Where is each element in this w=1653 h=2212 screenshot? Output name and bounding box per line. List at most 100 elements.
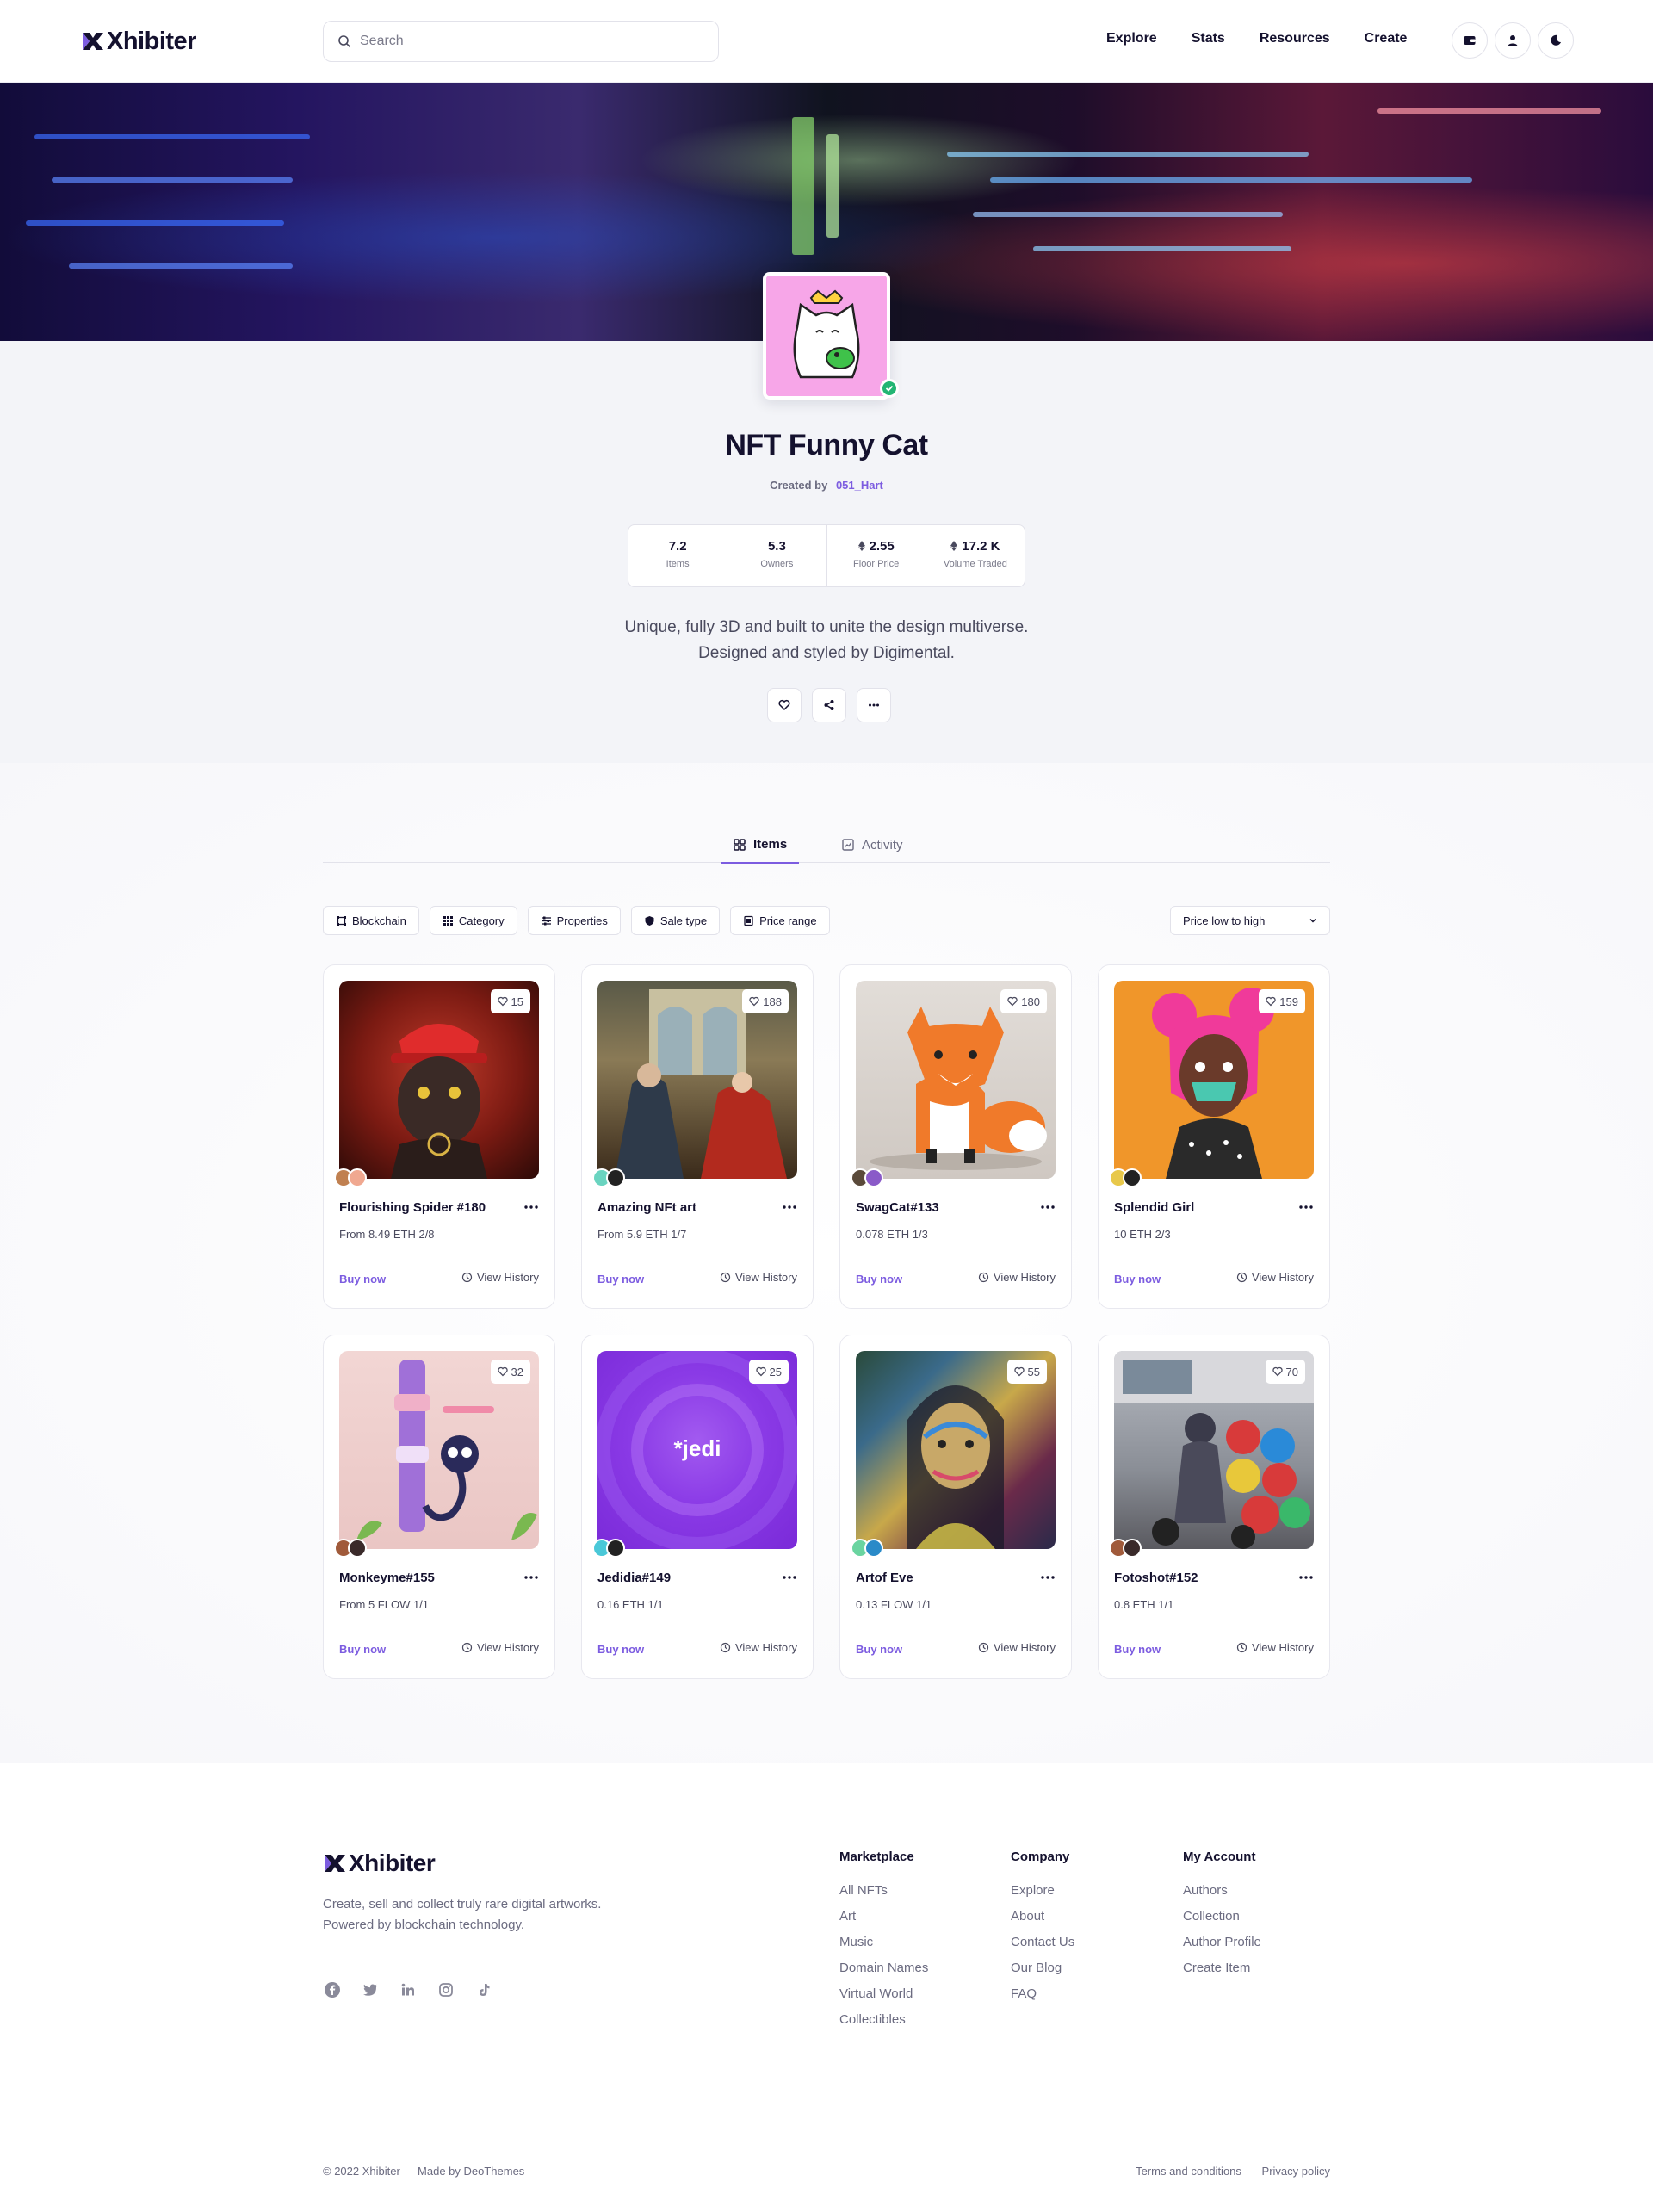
more-icon[interactable] xyxy=(1298,1203,1314,1211)
nft-card[interactable]: 15 Flourishing Spider #180 From 8.49 ETH… xyxy=(323,964,555,1309)
like-count[interactable]: 188 xyxy=(742,989,789,1013)
nft-title[interactable]: Flourishing Spider #180 xyxy=(339,1200,486,1215)
buy-now-link[interactable]: Buy now xyxy=(856,1273,902,1286)
buy-now-link[interactable]: Buy now xyxy=(597,1273,644,1286)
like-button[interactable] xyxy=(767,688,802,722)
nft-card[interactable]: 188 Amazing NFt art From 5.9 ETH 1/7 Buy… xyxy=(581,964,814,1309)
view-history-link[interactable]: View History xyxy=(461,1271,539,1284)
footer-link[interactable]: Domain Names xyxy=(839,1961,928,1976)
nav-resources[interactable]: Resources xyxy=(1260,31,1330,46)
view-history-link[interactable]: View History xyxy=(461,1641,539,1654)
search-box[interactable] xyxy=(323,21,719,62)
nft-image[interactable]: 188 xyxy=(597,981,797,1179)
owner-avatar[interactable] xyxy=(1123,1539,1142,1558)
sort-select[interactable]: Price low to high xyxy=(1170,906,1330,935)
nft-title[interactable]: SwagCat#133 xyxy=(856,1200,939,1215)
nft-image[interactable]: 70 xyxy=(1114,1351,1314,1549)
owner-avatar[interactable] xyxy=(348,1539,367,1558)
like-count[interactable]: 180 xyxy=(1000,989,1047,1013)
profile-button[interactable] xyxy=(1495,22,1531,59)
buy-now-link[interactable]: Buy now xyxy=(1114,1643,1161,1656)
owner-avatar[interactable] xyxy=(606,1168,625,1187)
more-icon[interactable] xyxy=(1040,1573,1056,1582)
nft-title[interactable]: Artof Eve xyxy=(856,1571,913,1585)
nft-card[interactable]: *jedi 25 Jedidia#149 0.16 ETH 1/1 Buy no… xyxy=(581,1335,814,1679)
like-count[interactable]: 159 xyxy=(1259,989,1305,1013)
search-input[interactable] xyxy=(360,34,687,49)
nft-image[interactable]: 15 xyxy=(339,981,539,1179)
like-count[interactable]: 15 xyxy=(490,989,530,1013)
footer-link[interactable]: Music xyxy=(839,1935,928,1950)
footer-link[interactable]: Collection xyxy=(1183,1909,1261,1924)
owner-avatar[interactable] xyxy=(864,1539,883,1558)
nft-image[interactable]: *jedi 25 xyxy=(597,1351,797,1549)
buy-now-link[interactable]: Buy now xyxy=(339,1643,386,1656)
footer-link[interactable]: Our Blog xyxy=(1011,1961,1074,1976)
like-count[interactable]: 55 xyxy=(1006,1360,1047,1384)
more-icon[interactable] xyxy=(782,1573,797,1582)
nft-title[interactable]: Amazing NFt art xyxy=(597,1200,696,1215)
footer-link[interactable]: All NFTs xyxy=(839,1883,928,1899)
nft-title[interactable]: Jedidia#149 xyxy=(597,1571,671,1585)
filter-properties[interactable]: Properties xyxy=(527,906,621,935)
nft-image[interactable]: 32 xyxy=(339,1351,539,1549)
footer-link[interactable]: Author Profile xyxy=(1183,1935,1261,1950)
nft-title[interactable]: Monkeyme#155 xyxy=(339,1571,435,1585)
nav-stats[interactable]: Stats xyxy=(1192,31,1225,46)
twitter-link[interactable] xyxy=(361,1980,380,1999)
view-history-link[interactable]: View History xyxy=(1236,1271,1314,1284)
nft-card[interactable]: 159 Splendid Girl 10 ETH 2/3 Buy now Vie… xyxy=(1098,964,1330,1309)
owner-avatar[interactable] xyxy=(1123,1168,1142,1187)
buy-now-link[interactable]: Buy now xyxy=(597,1643,644,1656)
privacy-link[interactable]: Privacy policy xyxy=(1262,2165,1330,2178)
buy-now-link[interactable]: Buy now xyxy=(339,1273,386,1286)
footer-link[interactable]: Contact Us xyxy=(1011,1935,1074,1950)
owner-avatar[interactable] xyxy=(864,1168,883,1187)
more-icon[interactable] xyxy=(1298,1573,1314,1582)
like-count[interactable]: 32 xyxy=(490,1360,530,1384)
author-link[interactable]: 051_Hart xyxy=(836,479,883,492)
more-icon[interactable] xyxy=(523,1203,539,1211)
nft-card[interactable]: 55 Artof Eve 0.13 FLOW 1/1 Buy now View … xyxy=(839,1335,1072,1679)
footer-logo[interactable]: Xhibiter xyxy=(323,1850,436,1877)
view-history-link[interactable]: View History xyxy=(1236,1641,1314,1654)
wallet-button[interactable] xyxy=(1452,22,1488,59)
view-history-link[interactable]: View History xyxy=(720,1271,797,1284)
nft-title[interactable]: Splendid Girl xyxy=(1114,1200,1194,1215)
footer-link[interactable]: Authors xyxy=(1183,1883,1261,1899)
nav-explore[interactable]: Explore xyxy=(1106,31,1157,46)
filter-category[interactable]: Category xyxy=(429,906,517,935)
terms-link[interactable]: Terms and conditions xyxy=(1136,2165,1241,2178)
footer-link[interactable]: Collectibles xyxy=(839,2012,928,2028)
footer-link[interactable]: FAQ xyxy=(1011,1986,1074,2002)
view-history-link[interactable]: View History xyxy=(720,1641,797,1654)
nft-title[interactable]: Fotoshot#152 xyxy=(1114,1571,1198,1585)
nft-card[interactable]: 180 SwagCat#133 0.078 ETH 1/3 Buy now Vi… xyxy=(839,964,1072,1309)
footer-link[interactable]: Explore xyxy=(1011,1883,1074,1899)
footer-link[interactable]: Virtual World xyxy=(839,1986,928,2002)
view-history-link[interactable]: View History xyxy=(978,1641,1056,1654)
like-count[interactable]: 25 xyxy=(748,1360,789,1384)
filter-price-range[interactable]: Price range xyxy=(730,906,830,935)
more-icon[interactable] xyxy=(1040,1203,1056,1211)
footer-link[interactable]: Art xyxy=(839,1909,928,1924)
footer-link[interactable]: About xyxy=(1011,1909,1074,1924)
footer-link[interactable]: Create Item xyxy=(1183,1961,1261,1976)
view-history-link[interactable]: View History xyxy=(978,1271,1056,1284)
facebook-link[interactable] xyxy=(323,1980,342,1999)
nft-image[interactable]: 180 xyxy=(856,981,1056,1179)
tab-activity[interactable]: Activity xyxy=(841,827,903,863)
nft-image[interactable]: 55 xyxy=(856,1351,1056,1549)
instagram-link[interactable] xyxy=(436,1980,455,1999)
owner-avatar[interactable] xyxy=(606,1539,625,1558)
tab-items[interactable]: Items xyxy=(721,827,800,864)
more-options-button[interactable] xyxy=(857,688,891,722)
nft-image[interactable]: 159 xyxy=(1114,981,1314,1179)
owner-avatar[interactable] xyxy=(348,1168,367,1187)
filter-blockchain[interactable]: Blockchain xyxy=(323,906,419,935)
theme-toggle-button[interactable] xyxy=(1538,22,1574,59)
nav-create[interactable]: Create xyxy=(1365,31,1408,46)
buy-now-link[interactable]: Buy now xyxy=(1114,1273,1161,1286)
filter-sale-type[interactable]: Sale type xyxy=(630,906,721,935)
more-icon[interactable] xyxy=(782,1203,797,1211)
